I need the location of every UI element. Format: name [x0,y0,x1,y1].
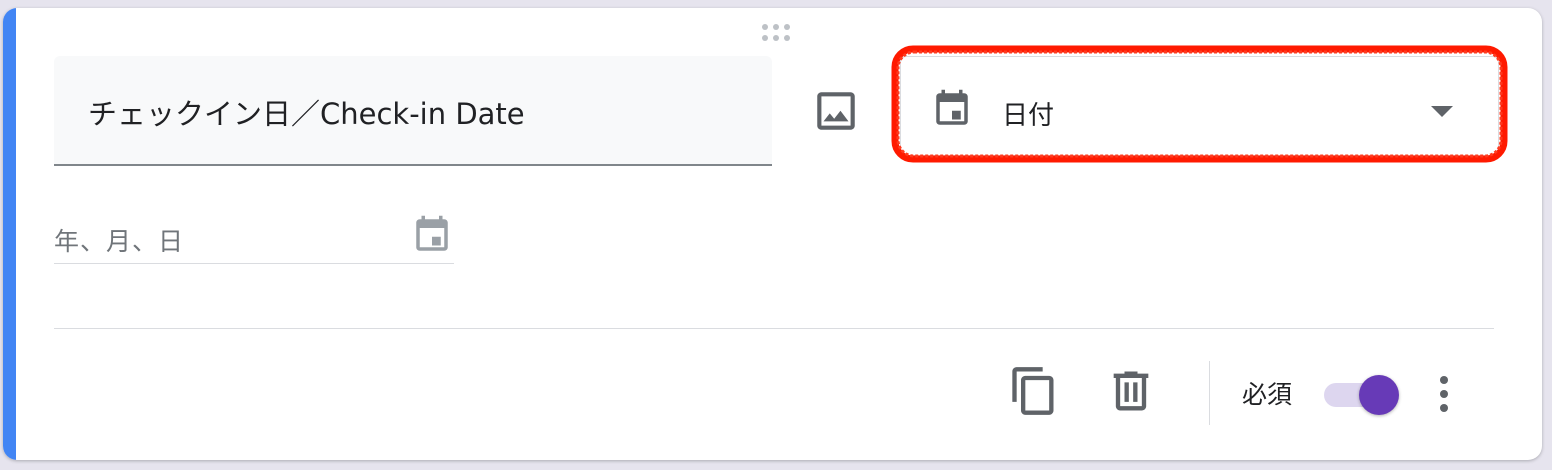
date-placeholder: 年、月、日 [54,227,185,256]
more-options-button[interactable] [1429,369,1459,419]
question-card[interactable]: チェックイン日／Check-in Date 日付 年、月、日 必須 [3,8,1542,460]
question-title-input[interactable]: チェックイン日／Check-in Date [54,56,772,166]
question-type-label: 日付 [1002,101,1055,131]
drag-handle-icon[interactable] [760,23,794,43]
trash-icon [1113,371,1149,411]
arrow-drop-down-icon [1431,103,1453,122]
footer-divider [54,328,1494,329]
calendar-icon[interactable] [411,214,453,260]
question-type-dropdown[interactable]: 日付 [900,56,1499,156]
calendar-icon [931,88,973,134]
more-vert-icon [1440,376,1448,412]
required-label: 必須 [1242,380,1293,409]
footer-separator [1209,361,1210,425]
active-question-indicator [3,8,16,460]
required-toggle[interactable] [1322,374,1400,415]
delete-question-button[interactable] [1105,365,1157,417]
date-answer-field[interactable]: 年、月、日 [54,214,454,264]
question-title-text: チェックイン日／Check-in Date [88,97,525,131]
image-icon [817,92,855,130]
toggle-knob [1359,375,1399,415]
add-image-button[interactable] [811,86,861,136]
duplicate-question-button[interactable] [1008,365,1060,417]
copy-icon [1012,367,1054,415]
